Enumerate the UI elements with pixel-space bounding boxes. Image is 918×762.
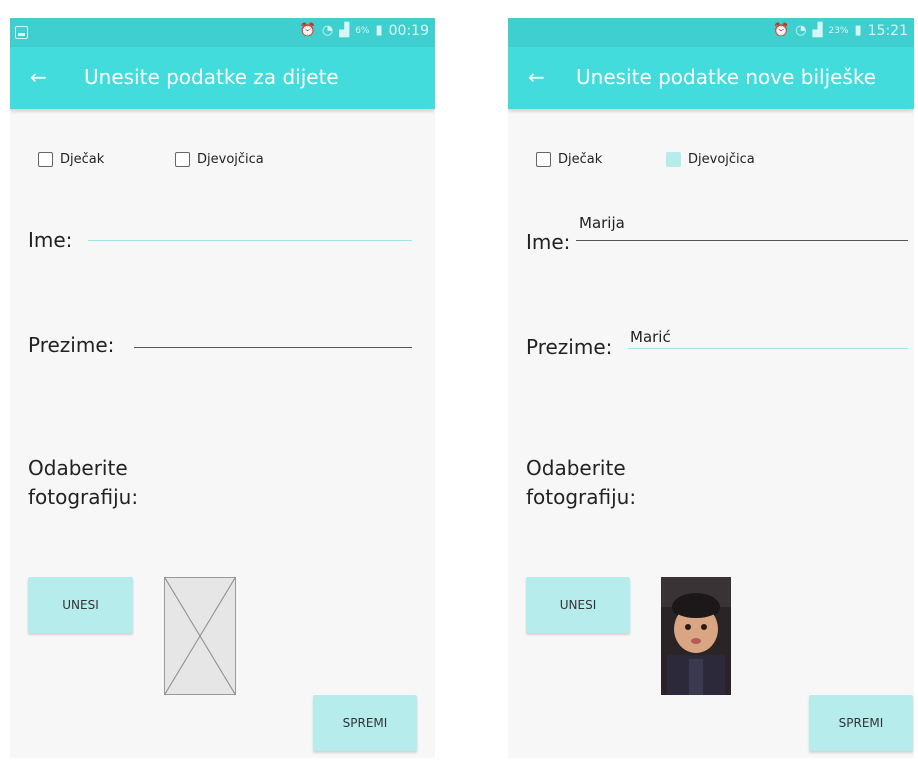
wifi-icon: ◔ xyxy=(321,23,334,38)
back-arrow-icon[interactable]: ← xyxy=(528,66,545,88)
last-name-label: Prezime: xyxy=(28,333,115,357)
wifi-icon: ◔ xyxy=(795,23,807,38)
upload-button[interactable]: UNESI xyxy=(28,577,133,633)
save-button-label: SPREMI xyxy=(838,716,884,730)
page-title: Unesite podatke nove bilješke xyxy=(576,65,877,89)
last-name-label: Prezime: xyxy=(526,335,613,359)
placeholder-image-icon xyxy=(164,577,236,695)
photo-label-line1: Odaberite xyxy=(28,456,128,480)
status-time: 00:19 xyxy=(388,23,429,39)
photo-label-line2: fotografiju: xyxy=(526,485,637,509)
placeholder-cross xyxy=(164,577,236,695)
app-bar: ← Unesite podatke za dijete xyxy=(10,47,435,109)
alarm-icon: ⏰ xyxy=(772,23,790,38)
page-title: Unesite podatke za dijete xyxy=(84,65,339,89)
last-name-value: Marić xyxy=(630,328,671,346)
battery-percent: 6% xyxy=(355,26,370,36)
last-name-input[interactable] xyxy=(628,348,908,349)
last-name-input[interactable] xyxy=(134,347,412,348)
checkbox-girl[interactable]: Djevojčica xyxy=(666,152,755,167)
status-bar: ⏰ ◔ ▟ 23% ▮ 15:21 xyxy=(508,18,914,47)
signal-icon: ▟ xyxy=(812,23,823,38)
screenshot-stage: ⏰ ◔ ▟ 6% ▮ 00:19 ← Unesite podatke za di… xyxy=(0,0,918,762)
status-bar: ⏰ ◔ ▟ 6% ▮ 00:19 xyxy=(10,18,435,47)
photo-label: Odaberite fotografiju: xyxy=(28,454,138,512)
photo-label: Odaberite fotografiju: xyxy=(526,454,636,512)
checkbox-girl[interactable]: Djevojčica xyxy=(175,152,264,167)
status-time: 15:21 xyxy=(867,23,908,39)
save-button[interactable]: SPREMI xyxy=(809,695,913,751)
checkbox-boy-label: Dječak xyxy=(60,152,105,167)
status-icons: ⏰ ◔ ▟ 6% ▮ 00:19 xyxy=(300,23,429,39)
checkbox-boy-box[interactable] xyxy=(536,152,551,167)
gallery-notification-icon xyxy=(15,26,28,39)
phone-screen-left: ⏰ ◔ ▟ 6% ▮ 00:19 ← Unesite podatke za di… xyxy=(10,18,435,758)
upload-button[interactable]: UNESI xyxy=(526,577,630,633)
battery-icon: ▮ xyxy=(854,23,862,38)
status-icons: ⏰ ◔ ▟ 23% ▮ 15:21 xyxy=(773,23,908,39)
upload-button-label: UNESI xyxy=(62,598,99,612)
phone-screen-right: ⏰ ◔ ▟ 23% ▮ 15:21 ← Unesite podatke nove… xyxy=(508,18,914,758)
save-button-label: SPREMI xyxy=(342,716,388,730)
checkbox-girl-box[interactable] xyxy=(666,152,681,167)
back-arrow-icon[interactable]: ← xyxy=(30,66,47,88)
first-name-input[interactable] xyxy=(88,240,412,241)
battery-percent: 23% xyxy=(828,26,849,36)
upload-button-label: UNESI xyxy=(559,598,597,612)
first-name-label: Ime: xyxy=(526,230,571,254)
checkbox-boy[interactable]: Dječak xyxy=(38,152,104,167)
alarm-icon: ⏰ xyxy=(299,23,316,38)
child-photo-drawing xyxy=(661,577,731,695)
battery-icon: ▮ xyxy=(375,23,383,38)
checkbox-girl-label: Djevojčica xyxy=(688,152,755,167)
photo-label-line1: Odaberite xyxy=(526,456,626,480)
child-photo xyxy=(661,577,731,695)
first-name-label: Ime: xyxy=(28,228,73,252)
app-bar: ← Unesite podatke nove bilješke xyxy=(508,47,914,109)
checkbox-boy[interactable]: Dječak xyxy=(536,152,602,167)
signal-icon: ▟ xyxy=(339,23,350,38)
first-name-input[interactable] xyxy=(576,240,908,241)
save-button[interactable]: SPREMI xyxy=(313,695,417,751)
first-name-value: Marija xyxy=(579,214,625,232)
checkbox-boy-label: Dječak xyxy=(558,152,603,167)
checkbox-boy-box[interactable] xyxy=(38,152,53,167)
checkbox-girl-label: Djevojčica xyxy=(197,152,264,167)
checkbox-girl-box[interactable] xyxy=(175,152,190,167)
photo-label-line2: fotografiju: xyxy=(28,485,139,509)
